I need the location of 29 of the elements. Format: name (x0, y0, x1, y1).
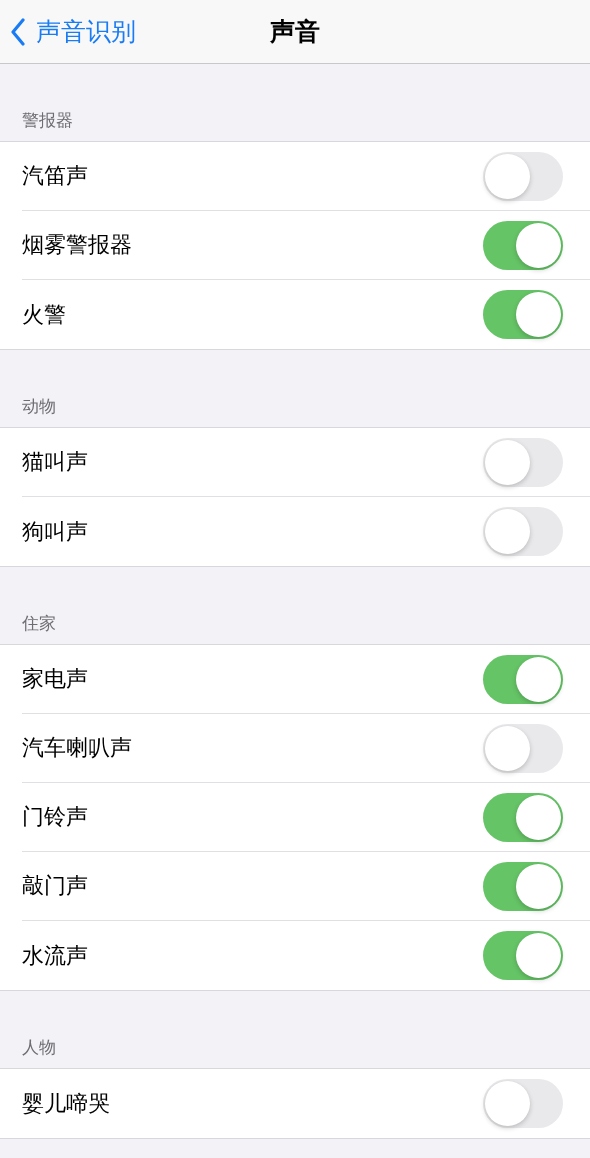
toggle-switch[interactable] (483, 1079, 563, 1128)
toggle-switch[interactable] (483, 437, 563, 487)
toggle-switch[interactable] (483, 220, 563, 270)
row-label: 门铃声 (22, 803, 88, 831)
row-label: 水流声 (22, 941, 88, 970)
toggle-switch[interactable] (483, 654, 563, 704)
row-label: 狗叫声 (22, 517, 88, 546)
back-chevron-icon (10, 17, 26, 46)
row-label: 婴儿啼哭 (22, 1089, 110, 1118)
section-header: 动物 (22, 395, 56, 418)
toggle-switch[interactable] (483, 151, 563, 201)
toggle-switch[interactable] (483, 792, 563, 842)
section-header: 警报器 (22, 109, 73, 132)
row-label: 烟雾警报器 (22, 231, 132, 259)
toggle-switch[interactable] (483, 931, 563, 980)
toggle-switch[interactable] (483, 861, 563, 911)
row-label: 敲门声 (22, 872, 88, 900)
toggle-switch[interactable] (483, 723, 563, 773)
screen-title: 声音 (270, 16, 320, 48)
section-header: 人物 (22, 1036, 56, 1059)
row-label: 火警 (22, 300, 66, 329)
row-label: 汽笛声 (22, 162, 88, 190)
row-label: 汽车喇叭声 (22, 734, 132, 762)
row-label: 家电声 (22, 665, 88, 693)
toggle-switch[interactable] (483, 290, 563, 339)
section-header: 住家 (22, 612, 56, 635)
toggle-switch[interactable] (483, 507, 563, 556)
row-label: 猫叫声 (22, 448, 88, 476)
back-button[interactable]: 声音识别 (0, 9, 136, 54)
